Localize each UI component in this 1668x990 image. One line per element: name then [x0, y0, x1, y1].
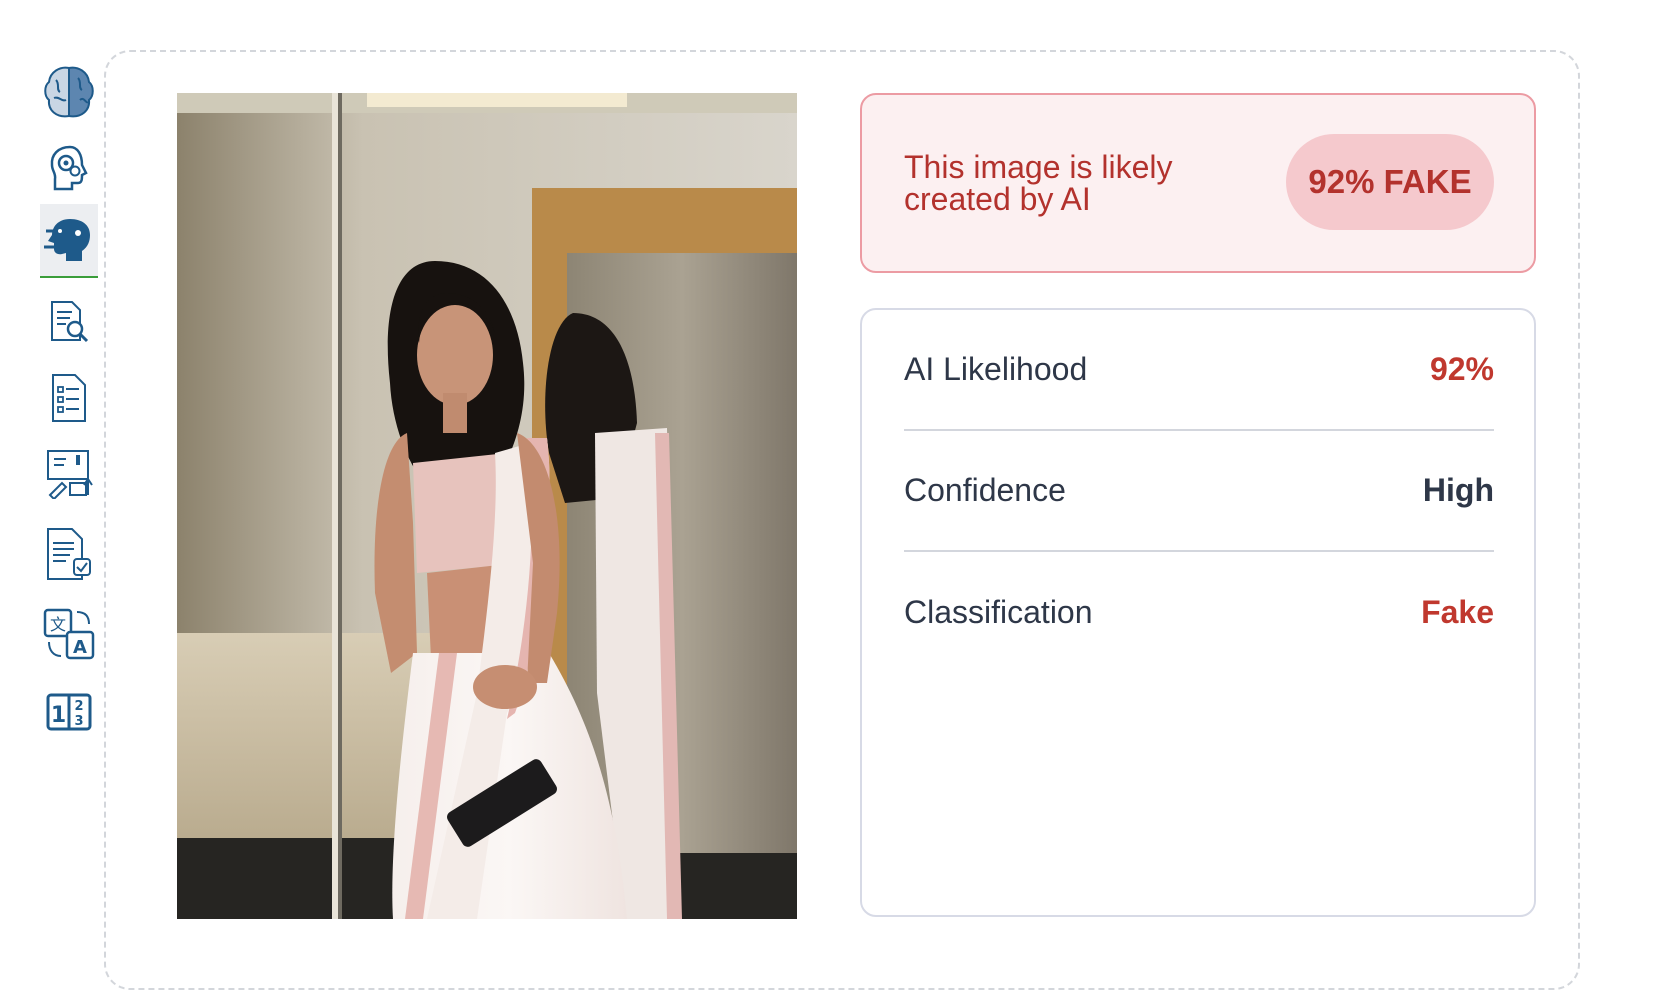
ai-likelihood-label: AI Likelihood	[904, 351, 1088, 387]
detail-row-ai-likelihood: AI Likelihood 92%	[904, 310, 1494, 431]
sidebar-item-brain[interactable]	[40, 56, 98, 128]
translate-icon: 文 A	[43, 608, 95, 660]
sidebar-item-checklist[interactable]	[40, 362, 98, 434]
sidebar-item-document-search[interactable]	[40, 286, 98, 358]
svg-text:文: 文	[50, 615, 66, 634]
workflow-board-icon	[44, 449, 94, 499]
details-card: AI Likelihood 92% Confidence High Classi…	[860, 308, 1536, 917]
sidebar-item-ai-detector[interactable]	[40, 204, 98, 278]
confidence-label: Confidence	[904, 472, 1066, 508]
svg-text:2: 2	[74, 699, 83, 714]
sidebar-item-workflow[interactable]	[40, 438, 98, 510]
head-gears-icon	[46, 143, 92, 193]
checklist-document-icon	[49, 373, 89, 423]
uploaded-image	[177, 93, 797, 919]
svg-text:3: 3	[74, 714, 83, 729]
verdict-message: This image is likely created by AI	[904, 149, 1173, 217]
document-search-icon	[48, 300, 90, 344]
confidence-value: High	[1422, 472, 1494, 508]
ai-likelihood-value: 92%	[1429, 351, 1494, 387]
sidebar-item-translate[interactable]: 文 A	[40, 598, 98, 670]
sidebar-item-number-compare[interactable]: 1 2 3	[40, 676, 98, 748]
brain-icon	[42, 62, 96, 122]
sidebar-item-head-gears[interactable]	[40, 132, 98, 204]
ai-head-icon	[44, 217, 94, 263]
classification-value: Fake	[1421, 594, 1494, 630]
document-check-icon	[44, 527, 94, 581]
number-compare-icon: 1 2 3	[46, 693, 92, 731]
sidebar-item-document-check[interactable]	[40, 518, 98, 590]
fake-score-badge: 92% FAKE	[1286, 134, 1494, 230]
svg-text:A: A	[73, 637, 87, 658]
classification-label: Classification	[904, 594, 1093, 630]
detail-row-classification: Classification Fake	[904, 552, 1494, 673]
detail-row-confidence: Confidence High	[904, 431, 1494, 552]
svg-text:1: 1	[51, 703, 66, 728]
verdict-card: This image is likely created by AI 92% F…	[860, 93, 1536, 273]
